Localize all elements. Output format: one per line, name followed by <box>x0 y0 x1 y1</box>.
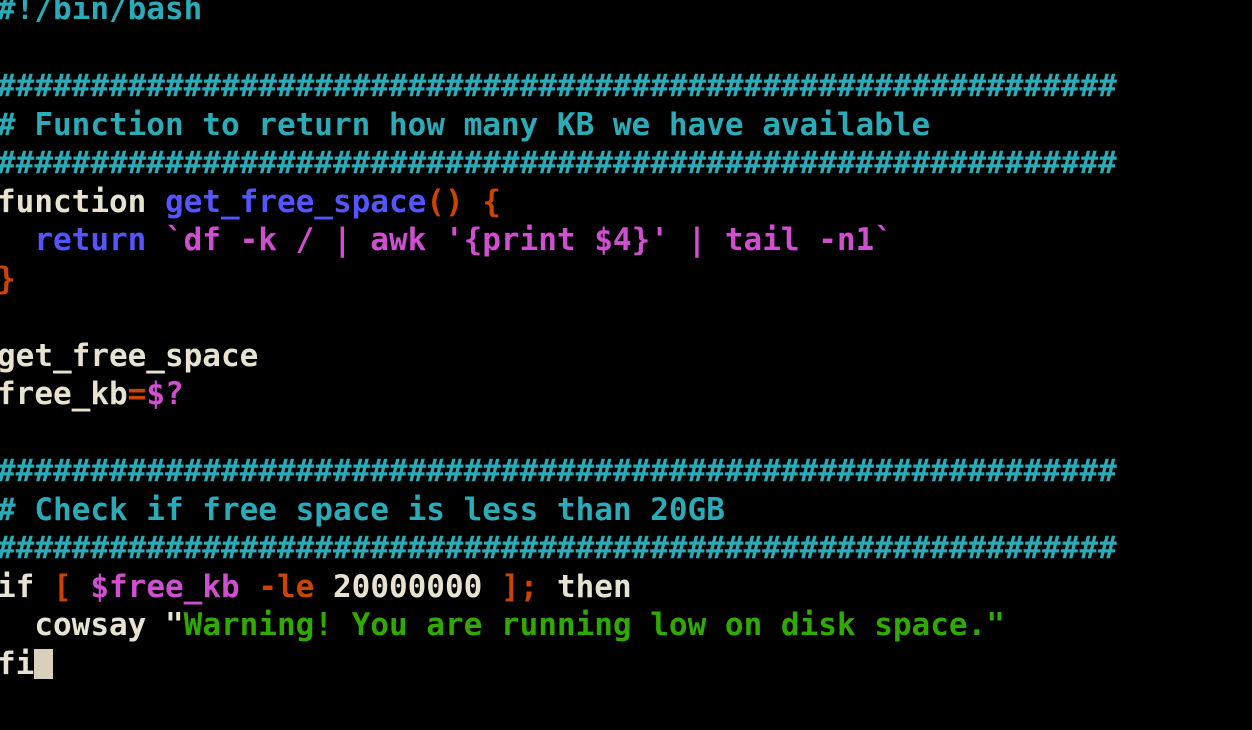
code-token: get_free_space <box>164 183 427 220</box>
terminal-line: ########################################… <box>0 67 1117 106</box>
terminal-line: fi <box>0 645 1117 684</box>
terminal-line: ########################################… <box>0 529 1117 568</box>
code-token: free_kb <box>0 376 128 412</box>
code-token: -le <box>258 568 315 605</box>
terminal-line: return `df -k / | awk '{print $4}' | tai… <box>0 221 1117 260</box>
terminal-line: ########################################… <box>0 144 1117 183</box>
terminal-line: } <box>0 260 1117 299</box>
code-token: then <box>538 568 632 605</box>
code-token: return <box>34 222 147 258</box>
text-cursor <box>34 648 54 679</box>
code-token: [ <box>53 568 72 605</box>
terminal-line: # Check if free space is less than 20GB <box>0 491 1117 530</box>
terminal-line: cowsay "Warning! You are running low on … <box>0 606 1117 645</box>
code-token: () { <box>426 183 501 220</box>
code-token: function <box>0 183 165 220</box>
terminal-line: ########################################… <box>0 452 1117 491</box>
code-token: `df -k / | awk '{print $4}' | tail -n1` <box>164 222 893 258</box>
code-token: ########################################… <box>0 530 1117 566</box>
terminal-line: function get_free_space() { <box>0 183 1117 222</box>
code-token: ########################################… <box>0 145 1117 181</box>
code-token: if <box>0 568 53 605</box>
code-token: $? <box>146 376 184 412</box>
terminal-line: if [ $free_kb -le 20000000 ]; then <box>0 568 1117 607</box>
code-token: $free_kb <box>90 568 240 605</box>
terminal-line: get_free_space <box>0 337 1117 376</box>
code-token: ########################################… <box>0 68 1117 104</box>
code-token: ]; <box>500 568 539 605</box>
terminal-line: free_kb=$? <box>0 375 1117 414</box>
code-token: # Check if free space is less than 20GB <box>0 491 725 528</box>
code-token: = <box>127 376 147 412</box>
terminal-line: #!/bin/bash <box>0 0 1117 29</box>
code-token: " <box>164 607 184 643</box>
code-token: #!/bin/bash <box>0 0 203 27</box>
code-token: 20000000 <box>314 568 501 605</box>
code-token: # Function to return how many KB we have… <box>0 106 931 143</box>
code-token: } <box>0 261 16 297</box>
code-token: cowsay <box>0 607 165 643</box>
terminal-window[interactable]: #!/bin/bash ############################… <box>0 0 1252 730</box>
code-token: fi <box>0 645 35 682</box>
terminal-line: # Function to return how many KB we have… <box>0 106 1117 145</box>
code-token: get_free_space <box>0 337 259 374</box>
code-token: Warning! You are running low on disk spa… <box>183 607 1005 643</box>
terminal-screen[interactable]: #!/bin/bash ############################… <box>0 0 1117 683</box>
code-token: ########################################… <box>0 453 1117 489</box>
